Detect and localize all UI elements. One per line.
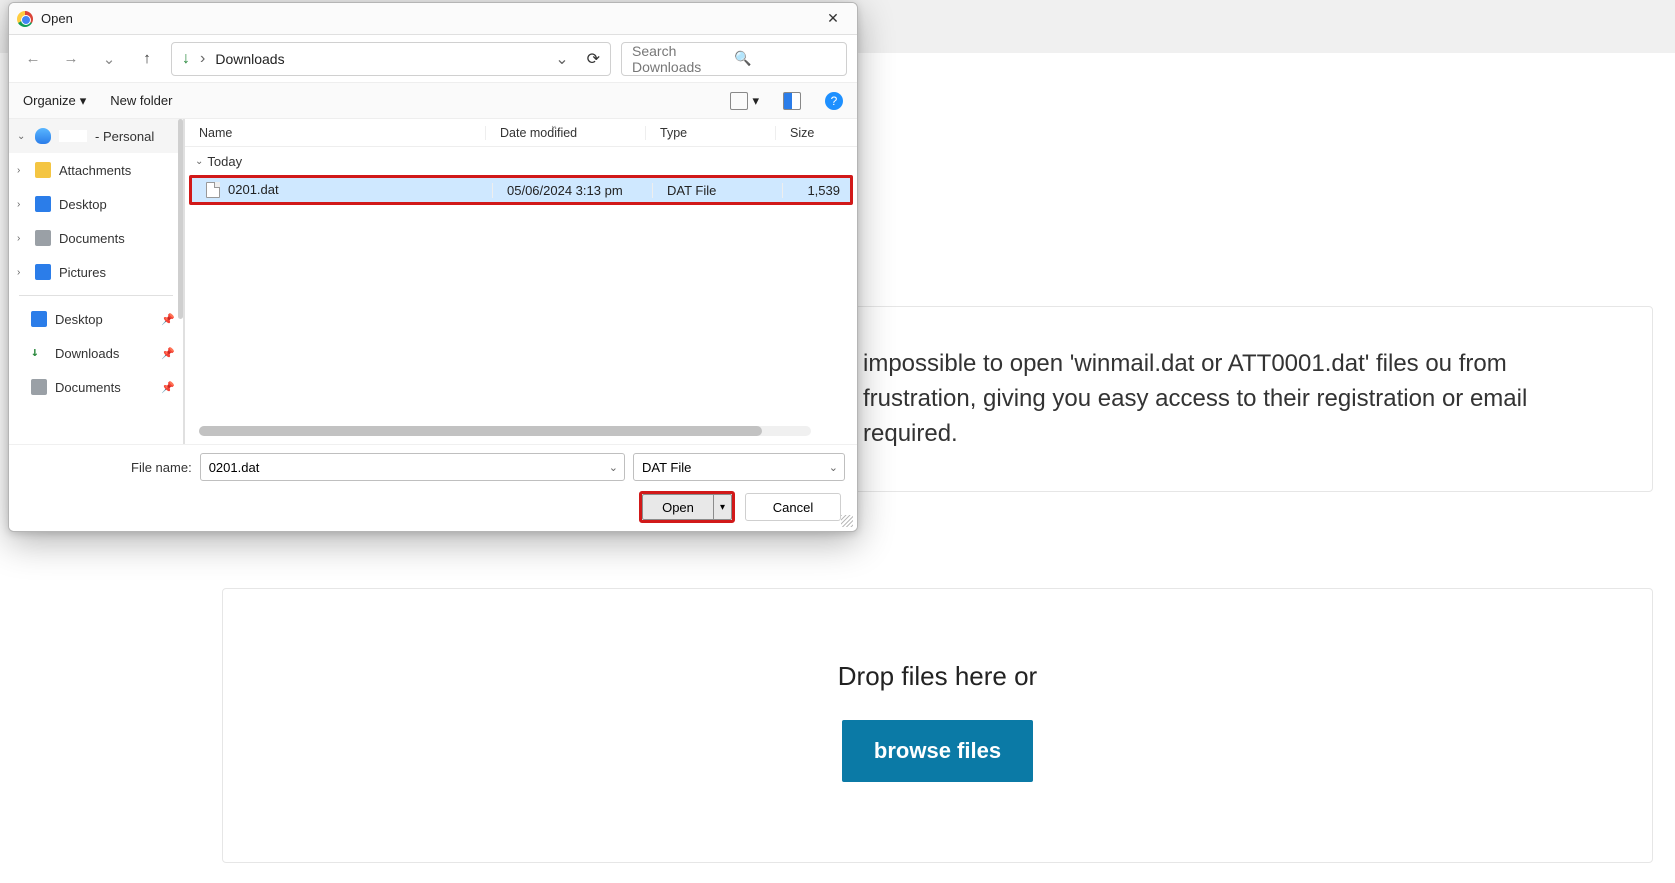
open-button-highlight: Open ▾: [639, 491, 735, 523]
nav-forward-button[interactable]: →: [57, 45, 85, 73]
nav-up-button[interactable]: ↑: [133, 45, 161, 73]
column-date-header[interactable]: ⌄Date modified: [485, 126, 645, 140]
desktop-icon: [35, 196, 51, 212]
tree-node[interactable]: ›Desktop: [9, 187, 183, 221]
dialog-close-button[interactable]: ✕: [811, 3, 855, 35]
downloads-icon: ↓: [31, 345, 47, 361]
chevron-down-icon[interactable]: ⌄: [829, 461, 838, 474]
drop-text: Drop files here or: [838, 661, 1037, 692]
organize-menu[interactable]: Organize▾: [23, 93, 86, 109]
file-name: 0201.dat: [228, 182, 279, 197]
cancel-button[interactable]: Cancel: [745, 493, 841, 521]
quick-access-item[interactable]: Documents📌: [9, 370, 183, 404]
dialog-title: Open: [41, 11, 811, 26]
path-dropdown-chevron[interactable]: ⌄: [555, 49, 568, 69]
view-mode-button[interactable]: ▾: [730, 92, 759, 110]
horizontal-scrollbar[interactable]: [199, 426, 811, 436]
drop-zone[interactable]: Drop files here or browse files: [222, 588, 1653, 863]
chevron-right-icon[interactable]: ›: [17, 165, 27, 176]
dialog-titlebar: Open ✕: [9, 3, 857, 35]
search-placeholder: Search Downloads: [632, 43, 734, 75]
desktop-icon: [31, 311, 47, 327]
open-button[interactable]: Open: [642, 494, 714, 520]
filename-label: File name:: [131, 460, 192, 475]
file-list: Name ⌄Date modified Type Size ⌄Today 020…: [185, 119, 857, 444]
chevron-right-icon[interactable]: ›: [17, 199, 27, 210]
chevron-down-icon[interactable]: ⌄: [17, 131, 27, 142]
column-name-header[interactable]: Name: [185, 126, 485, 140]
refresh-icon[interactable]: ⟳: [587, 49, 600, 69]
tree-node-personal[interactable]: ⌄- Personal: [9, 119, 183, 153]
browse-files-button[interactable]: browse files: [842, 720, 1033, 782]
address-bar[interactable]: ↓ › Downloads ⌄ ⟳: [171, 42, 611, 76]
scrollbar-thumb[interactable]: [199, 426, 762, 436]
dialog-footer: File name: 0201.dat⌄ DAT File⌄ Open ▾ Ca…: [9, 444, 857, 531]
chevron-right-icon[interactable]: ›: [17, 267, 27, 278]
documents-icon: [35, 230, 51, 246]
column-size-header[interactable]: Size: [775, 126, 857, 140]
chevron-right-icon: ›: [200, 50, 205, 68]
nav-back-button[interactable]: ←: [19, 45, 47, 73]
file-row-selected[interactable]: 0201.dat 05/06/2024 3:13 pm DAT File 1,5…: [189, 175, 853, 205]
pin-icon: 📌: [161, 347, 175, 360]
onedrive-icon: [35, 128, 51, 144]
info-paragraph: impossible to open 'winmail.dat or ATT00…: [863, 347, 1612, 451]
file-date: 05/06/2024 3:13 pm: [492, 183, 652, 198]
tree-node[interactable]: ›Attachments: [9, 153, 183, 187]
file-type-filter[interactable]: DAT File⌄: [633, 453, 845, 481]
file-type: DAT File: [652, 183, 782, 198]
folder-icon: [35, 162, 51, 178]
dialog-toolbar: Organize▾ New folder ▾ ?: [9, 83, 857, 119]
group-header-today[interactable]: ⌄Today: [185, 147, 857, 175]
nav-recent-dropdown[interactable]: ⌄: [95, 45, 123, 73]
resize-grip[interactable]: [841, 515, 853, 527]
downloads-icon: ↓: [182, 50, 190, 68]
tree-node[interactable]: ›Pictures: [9, 255, 183, 289]
search-icon: 🔍: [734, 50, 836, 67]
dialog-nav-row: ← → ⌄ ↑ ↓ › Downloads ⌄ ⟳ Search Downloa…: [9, 35, 857, 83]
path-segment[interactable]: Downloads: [215, 51, 284, 67]
folder-tree: ⌄- Personal ›Attachments ›Desktop ›Docum…: [9, 119, 185, 444]
help-icon[interactable]: ?: [825, 92, 843, 110]
chevron-down-icon[interactable]: ⌄: [609, 461, 618, 474]
open-button-dropdown[interactable]: ▾: [714, 494, 732, 520]
open-file-dialog: Open ✕ ← → ⌄ ↑ ↓ › Downloads ⌄ ⟳ Search …: [8, 2, 858, 532]
pictures-icon: [35, 264, 51, 280]
file-size: 1,539: [782, 183, 850, 198]
chevron-right-icon[interactable]: ›: [17, 233, 27, 244]
pin-icon: 📌: [161, 381, 175, 394]
column-type-header[interactable]: Type: [645, 126, 775, 140]
sort-indicator-icon: ⌄: [550, 120, 558, 131]
list-view-icon: [730, 92, 748, 110]
chevron-down-icon: ⌄: [195, 156, 203, 167]
quick-access-item[interactable]: ↓Downloads📌: [9, 336, 183, 370]
documents-icon: [31, 379, 47, 395]
chevron-down-icon: ▾: [80, 93, 87, 109]
search-input[interactable]: Search Downloads 🔍: [621, 42, 847, 76]
chevron-down-icon: ▾: [752, 93, 759, 109]
pin-icon: 📌: [161, 313, 175, 326]
file-icon: [206, 182, 220, 198]
quick-access-item[interactable]: Desktop📌: [9, 302, 183, 336]
new-folder-button[interactable]: New folder: [110, 93, 172, 108]
preview-pane-toggle[interactable]: [783, 92, 801, 110]
tree-scrollbar-thumb[interactable]: [178, 119, 183, 319]
tree-node[interactable]: ›Documents: [9, 221, 183, 255]
chrome-icon: [17, 11, 33, 27]
file-list-header: Name ⌄Date modified Type Size: [185, 119, 857, 147]
filename-input[interactable]: 0201.dat⌄: [200, 453, 625, 481]
